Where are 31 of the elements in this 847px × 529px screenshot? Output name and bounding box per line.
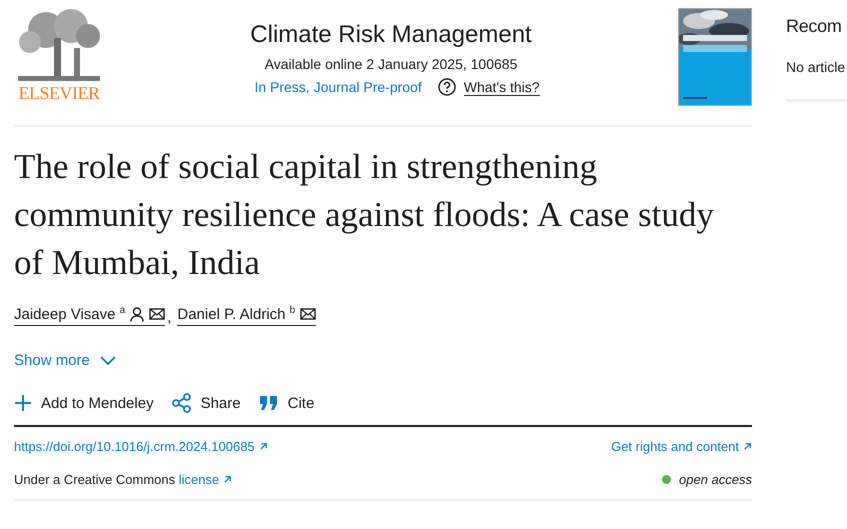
tree-icon (16, 8, 102, 84)
author-link[interactable]: Daniel P. Aldrich $^{b}$ (177, 305, 316, 326)
author-separator: , (167, 309, 172, 326)
quote-icon (258, 395, 279, 411)
share-icon (172, 393, 192, 413)
article-title: The role of social capital in strengthening community resilience against floods: A case study of Mumbai, India (14, 146, 714, 284)
share-button[interactable]: Share (172, 393, 241, 413)
rights-link[interactable]: Get rights and content (611, 439, 752, 454)
access-label: open access (679, 472, 752, 487)
license-text: Under a Creative Commons license (14, 472, 232, 487)
chevron-down-icon (100, 356, 116, 366)
author-link[interactable]: Jaideep Visave $^{a}$ (14, 305, 166, 326)
envelope-icon (300, 308, 316, 320)
show-more-button[interactable]: Show more (14, 352, 116, 369)
journal-title[interactable]: Climate Risk Management (250, 20, 532, 50)
external-link-icon (258, 442, 268, 451)
license-link[interactable]: license (178, 472, 232, 487)
envelope-icon (149, 308, 166, 320)
availability-text: Available online 2 January 2025, 100685 (264, 56, 518, 72)
help-link[interactable]: What's this? (438, 78, 540, 96)
doi-link[interactable]: https://doi.org/10.1016/j.crm.2024.100685 (14, 439, 268, 454)
person-icon (130, 306, 144, 322)
cite-button[interactable]: Cite (258, 393, 314, 413)
plus-icon (14, 394, 32, 412)
status-text: In Press, Journal Pre-proof (254, 79, 422, 95)
external-link-icon (223, 475, 232, 484)
sidebar-message: No article (786, 59, 847, 102)
external-link-icon (743, 442, 752, 451)
sidebar-heading: Recom (786, 16, 843, 37)
help-icon (438, 78, 456, 96)
add-button[interactable]: Add to Mendeley (14, 393, 154, 413)
